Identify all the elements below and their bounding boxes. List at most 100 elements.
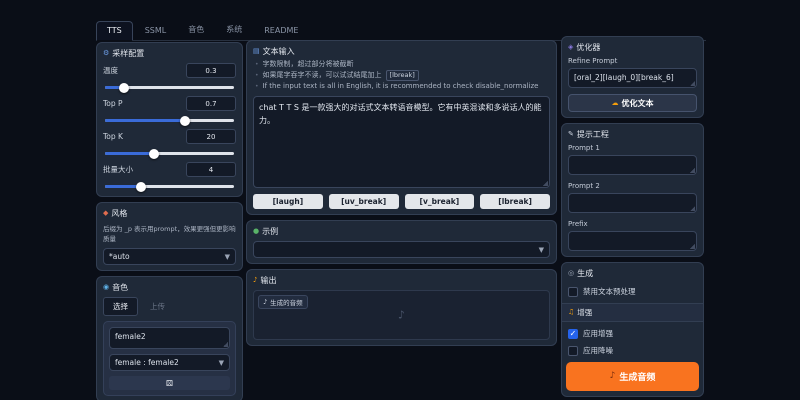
voice-name-input[interactable]: female2	[109, 327, 230, 349]
note-text: 字数限制，超过部分将被截断	[263, 59, 354, 70]
resize-handle[interactable]	[543, 181, 548, 186]
slider-fill	[105, 152, 154, 155]
temperature-label: 温度	[103, 65, 118, 76]
resize-handle[interactable]	[690, 168, 695, 173]
generation-options: 禁用文本预处理	[562, 286, 703, 297]
resize-handle[interactable]	[223, 342, 228, 347]
generation-title: 生成	[577, 268, 593, 279]
sampling-config-title: 采样配置	[112, 48, 144, 59]
prompt1-label: Prompt 1	[568, 144, 697, 152]
apply-enhance-row[interactable]: ✓ 应用增强	[568, 328, 697, 339]
audio-label-chip: ♪ 生成的音频	[258, 295, 308, 309]
tab-voice[interactable]: 音色	[178, 20, 214, 40]
refine-prompt-value: [oral_2][laugh_0][break_6]	[574, 73, 674, 82]
audio-label: 生成的音频	[270, 297, 303, 307]
text-input-panel: ▤ 文本输入 • 字数限制，超过部分将被截断 • 如果尾字吞字不读，可以试试结尾…	[246, 40, 557, 215]
text-input-textarea[interactable]: chat T T S 是一款强大的对话式文本转语音模型。它有中英混读和多说话人的…	[253, 96, 550, 188]
top-k-slider[interactable]	[105, 152, 234, 155]
middle-column: ▤ 文本输入 • 字数限制，超过部分将被截断 • 如果尾字吞字不读，可以试试结尾…	[246, 40, 557, 351]
resize-handle[interactable]	[690, 206, 695, 211]
resize-handle[interactable]	[690, 244, 695, 249]
voice-icon: ◉	[103, 284, 109, 291]
voice-reroll-button[interactable]: ⚄	[109, 376, 230, 390]
token-buttons-row: [laugh] [uv_break] [v_break] [lbreak]	[253, 194, 550, 209]
text-icon: ▤	[253, 48, 260, 55]
batch-size-slider[interactable]	[105, 185, 234, 188]
disable-normalize-row[interactable]: 禁用文本预处理	[568, 286, 697, 297]
voice-tab-select[interactable]: 选择	[103, 297, 138, 316]
examples-dropdown[interactable]: ▼	[253, 241, 550, 258]
text-input-content: chat T T S 是一款强大的对话式文本转语音模型。它有中英混读和多说话人的…	[259, 103, 542, 125]
tab-system[interactable]: 系统	[216, 20, 252, 40]
prompt1-input[interactable]	[568, 155, 697, 175]
prefix-input[interactable]	[568, 231, 697, 251]
app-container: TTS SSML 音色 系统 README ⚙ 采样配置 温度 0.3	[96, 20, 706, 396]
bullet-icon: •	[255, 70, 259, 81]
output-panel: ♪ 输出 ♪ 生成的音频 ♪	[246, 269, 557, 346]
style-dropdown-value: *auto	[109, 252, 130, 261]
uv-break-token-button[interactable]: [uv_break]	[329, 194, 399, 209]
generation-panel: ◎ 生成 禁用文本预处理 ♫ 增强 ✓ 应用增强	[561, 262, 704, 397]
apply-denoise-checkbox[interactable]	[568, 346, 578, 356]
examples-panel: ● 示例 ▼	[246, 220, 557, 264]
refine-text-button[interactable]: ☁ 优化文本	[568, 94, 697, 112]
chevron-down-icon: ▼	[225, 253, 230, 261]
style-header: ◆ 风格	[103, 208, 236, 219]
apply-enhance-checkbox[interactable]: ✓	[568, 329, 578, 339]
generated-audio-player[interactable]: ♪ 生成的音频 ♪	[253, 290, 550, 340]
output-header: ♪ 输出	[253, 275, 550, 286]
v-break-token-button[interactable]: [v_break]	[405, 194, 475, 209]
text-input-notes: • 字数限制，超过部分将被截断 • 如果尾字吞字不读，可以试试结尾加上 [lbr…	[253, 59, 550, 92]
note-text: If the input text is all in English, it …	[263, 81, 539, 92]
chevron-down-icon: ▼	[219, 359, 224, 367]
enhance-options: ✓ 应用增强 应用降噪	[562, 328, 703, 356]
voice-dropdown[interactable]: female : female2 ▼	[109, 354, 230, 371]
apply-denoise-row[interactable]: 应用降噪	[568, 345, 697, 356]
voice-dropdown-value: female : female2	[115, 358, 179, 367]
voice-title: 音色	[112, 282, 128, 293]
voice-tab-upload[interactable]: 上传	[146, 298, 169, 315]
refine-prompt-input[interactable]: [oral_2][laugh_0][break_6]	[568, 68, 697, 88]
voice-panel: ◉ 音色 选择 上传 female2 female : female2 ▼	[96, 276, 243, 400]
temperature-slider[interactable]	[105, 86, 234, 89]
resize-handle[interactable]	[690, 81, 695, 86]
tab-readme[interactable]: README	[254, 22, 308, 40]
laugh-token-button[interactable]: [laugh]	[253, 194, 323, 209]
slider-thumb[interactable]	[136, 182, 146, 192]
bullet-icon: •	[255, 59, 259, 70]
generate-audio-button[interactable]: ♪ 生成音频	[566, 362, 699, 391]
generation-header: ◎ 生成	[562, 263, 703, 280]
enhance-subheader: ♫ 增强	[562, 303, 703, 322]
voice-tabs: 选择 上传	[103, 297, 236, 316]
generate-audio-label: 生成音频	[619, 370, 655, 383]
right-column: ◈ 优化器 Refine Prompt [oral_2][laugh_0][br…	[561, 36, 704, 400]
batch-size-value[interactable]: 4	[186, 162, 236, 177]
lbreak-token-button[interactable]: [lbreak]	[480, 194, 550, 209]
chattts-webui: TTS SSML 音色 系统 README ⚙ 采样配置 温度 0.3	[0, 0, 800, 400]
top-k-value[interactable]: 20	[186, 129, 236, 144]
slider-thumb[interactable]	[149, 149, 159, 159]
chevron-down-icon: ▼	[539, 246, 544, 254]
prompt-engineering-title: 提示工程	[577, 129, 609, 140]
enhance-title: 增强	[577, 307, 592, 318]
slider-temperature: 温度 0.3	[103, 63, 236, 89]
tab-tts[interactable]: TTS	[96, 21, 133, 41]
top-p-slider[interactable]	[105, 119, 234, 122]
style-dropdown[interactable]: *auto ▼	[103, 248, 236, 265]
style-hint: 后缀为 _p 表示用prompt，效果更强但更影响质量	[103, 223, 236, 243]
sampler-icon: ⚙	[103, 50, 109, 57]
tab-ssml[interactable]: SSML	[135, 22, 177, 40]
examples-icon: ●	[253, 228, 259, 235]
slider-thumb[interactable]	[180, 116, 190, 126]
temperature-value[interactable]: 0.3	[186, 63, 236, 78]
generate-icon: ◎	[568, 270, 574, 277]
voice-header: ◉ 音色	[103, 282, 236, 293]
disable-normalize-checkbox[interactable]	[568, 287, 578, 297]
left-column: ⚙ 采样配置 温度 0.3 Top P 0.7	[96, 42, 243, 400]
prompt2-label: Prompt 2	[568, 182, 697, 190]
speaker-icon: ♪	[610, 372, 616, 381]
prompt2-input[interactable]	[568, 193, 697, 213]
prompt-engineering-panel: ✎ 提示工程 Prompt 1 Prompt 2 Prefix	[561, 123, 704, 257]
slider-thumb[interactable]	[119, 83, 129, 93]
top-p-value[interactable]: 0.7	[186, 96, 236, 111]
